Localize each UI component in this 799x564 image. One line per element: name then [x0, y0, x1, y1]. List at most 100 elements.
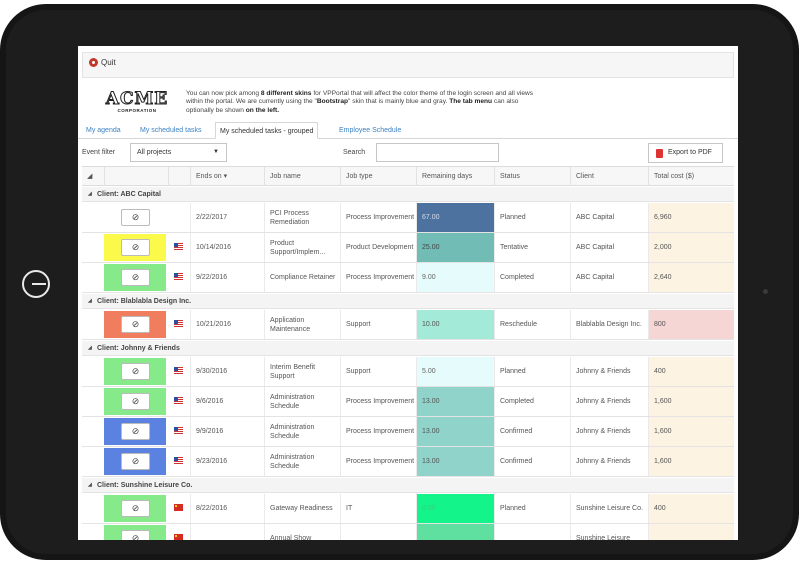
cell-total-cost: 1,600 [648, 417, 734, 446]
column-header-job-name[interactable]: Job name [264, 167, 340, 186]
cancel-task-button[interactable]: ⊘ [121, 363, 150, 380]
tab-my-agenda[interactable]: My agenda [82, 122, 125, 139]
column-header-swatch [104, 167, 168, 186]
group-header[interactable]: ◢ Client: Johnny & Friends [82, 341, 734, 356]
column-header-client[interactable]: Client [570, 167, 648, 186]
cell-job-name: Administration Schedule [264, 447, 340, 476]
cancel-task-button[interactable]: ⊘ [121, 530, 150, 540]
cell-remaining-days: 0.00 [416, 494, 494, 523]
cancel-task-button[interactable]: ⊘ [121, 500, 150, 517]
cell-ends-on: 10/14/2016 [190, 233, 264, 262]
cell-client: Sunshine Leisure Co. [570, 494, 648, 523]
cancel-task-button[interactable]: ⊘ [121, 269, 150, 286]
quit-button[interactable]: Quit [89, 58, 116, 67]
cancel-task-button[interactable]: ⊘ [121, 239, 150, 256]
caret-down-icon: ▼ [213, 149, 219, 155]
column-header-ends-on[interactable]: Ends on ▾ [190, 167, 264, 186]
cell-ends-on: 9/23/2016 [190, 447, 264, 476]
column-header-status[interactable]: Status [494, 167, 570, 186]
cell-status [494, 524, 570, 540]
event-filter-select[interactable]: All projects ▼ [130, 143, 227, 162]
event-filter-label: Event filter [82, 149, 116, 156]
cell-status: Completed [494, 387, 570, 416]
collapse-arrow-icon[interactable]: ◢ [88, 294, 92, 309]
cell-job-name: Administration Schedule [264, 387, 340, 416]
collapse-arrow-icon[interactable]: ◢ [88, 478, 92, 493]
column-header-job-type[interactable]: Job type [340, 167, 416, 186]
cancel-task-button[interactable]: ⊘ [121, 393, 150, 410]
cancel-task-button[interactable]: ⊘ [121, 316, 150, 333]
cell-total-cost: 2,000 [648, 233, 734, 262]
table-row[interactable]: ⊘ 9/30/2016 Interim Benefit Support Support… [82, 357, 734, 387]
cell-job-name: Interim Benefit Support [264, 357, 340, 386]
cell-job-name: Annual Show [264, 524, 340, 540]
cell-client: Blablabla Design Inc. [570, 310, 648, 339]
cell-remaining-days: 13.00 [416, 417, 494, 446]
cancel-task-button[interactable]: ⊘ [121, 423, 150, 440]
cell-total-cost: 1,600 [648, 387, 734, 416]
cell-job-name: Compliance Retainer [264, 263, 340, 292]
cell-remaining-days: 5.00 [416, 357, 494, 386]
cell-remaining-days: 25.00 [416, 233, 494, 262]
cell-client: Johnny & Friends [570, 447, 648, 476]
cell-job-type: Process Improvement [340, 417, 416, 446]
cell-job-name: Gateway Readiness [264, 494, 340, 523]
table-row[interactable]: ⊘ 8/22/2016 Gateway Readiness IT 0.00 Planned… [82, 494, 734, 524]
tab-employee-schedule[interactable]: Employee Schedule [335, 122, 405, 139]
group-header[interactable]: ◢ Client: ABC Capital [82, 187, 734, 202]
cancel-task-button[interactable]: ⊘ [121, 209, 150, 226]
cell-job-name: Application Maintenance [264, 310, 340, 339]
cell-remaining-days: 13.00 [416, 387, 494, 416]
group-label: Client: Sunshine Leisure Co. [97, 482, 193, 489]
country-flag-icon [174, 273, 183, 280]
company-logo: ACME CORPORATION [103, 90, 171, 120]
column-header-remaining-days[interactable]: Remaining days [416, 167, 494, 186]
country-flag-icon [174, 427, 183, 434]
collapse-arrow-icon[interactable]: ◢ [88, 187, 92, 202]
cell-total-cost: 800 [648, 310, 734, 339]
table-row[interactable]: ⊘ 10/14/2016 Product Support/Implem... Prod… [82, 233, 734, 263]
cell-job-type: Process Improvement [340, 387, 416, 416]
group-header[interactable]: ◢ Client: Blablabla Design Inc. [82, 294, 734, 309]
row-color-swatch: ⊘ [104, 311, 166, 338]
export-pdf-button[interactable]: Export to PDF [648, 143, 723, 163]
cell-total-cost [648, 524, 734, 540]
cell-status: Tentative [494, 233, 570, 262]
row-color-swatch: ⊘ [104, 388, 166, 415]
tab-bar: My agenda My scheduled tasks My schedule… [78, 122, 738, 139]
column-header-total-cost[interactable]: Total cost ($) [648, 167, 734, 186]
country-flag-icon [174, 457, 183, 464]
home-button[interactable] [22, 270, 50, 298]
country-flag-icon [174, 504, 183, 511]
table-row[interactable]: ⊘ Annual Show Sunshine Leisure [82, 524, 734, 540]
cell-remaining-days: 10.00 [416, 310, 494, 339]
cell-job-name: Product Support/Implem... [264, 233, 340, 262]
row-color-swatch: ⊘ [104, 448, 166, 475]
row-color-swatch: ⊘ [104, 525, 166, 540]
country-flag-icon [174, 534, 183, 540]
cancel-task-button[interactable]: ⊘ [121, 453, 150, 470]
tab-my-scheduled-tasks-grouped[interactable]: My scheduled tasks - grouped [215, 122, 319, 139]
tab-my-scheduled-tasks[interactable]: My scheduled tasks [136, 122, 205, 139]
table-row[interactable]: ⊘ 9/9/2016 Administration Schedule Process … [82, 417, 734, 447]
top-toolbar: Quit [82, 52, 734, 78]
info-bold-1: 8 different skins [260, 90, 312, 97]
cell-remaining-days [416, 524, 494, 540]
collapse-arrow-icon[interactable]: ◢ [88, 341, 92, 356]
group-header[interactable]: ◢ Client: Sunshine Leisure Co. [82, 478, 734, 493]
logo-text: ACME [105, 89, 169, 109]
search-input[interactable] [376, 143, 499, 162]
table-row[interactable]: ⊘ 2/22/2017 PCI Process Remediation Process… [82, 203, 734, 233]
table-row[interactable]: ⊘ 9/22/2016 Compliance Retainer Process Imp… [82, 263, 734, 293]
table-row[interactable]: ⊘ 9/6/2016 Administration Schedule Process … [82, 387, 734, 417]
cell-job-type: IT [340, 494, 416, 523]
collapse-all-toggle[interactable]: ◢ [82, 167, 104, 186]
table-row[interactable]: ⊘ 10/21/2016 Application Maintenance Suppor… [82, 310, 734, 340]
cell-ends-on [190, 524, 264, 540]
cell-status: Planned [494, 203, 570, 232]
cell-client: Sunshine Leisure [570, 524, 648, 540]
cell-remaining-days: 67.00 [416, 203, 494, 232]
cell-job-type: Process Improvement [340, 447, 416, 476]
tablet-frame: Quit ACME CORPORATION You can now pick a… [0, 4, 799, 560]
table-row[interactable]: ⊘ 9/23/2016 Administration Schedule Process… [82, 447, 734, 477]
